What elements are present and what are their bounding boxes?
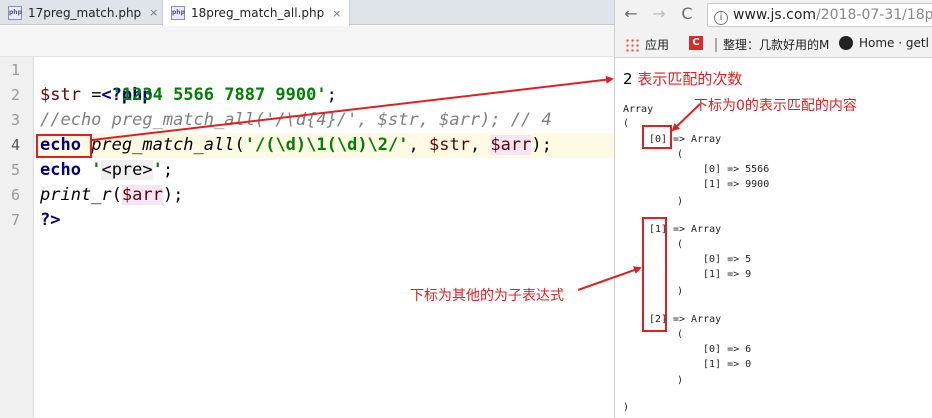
code-variable: $arr xyxy=(121,185,163,205)
line-number: 6 xyxy=(10,186,20,204)
code-html-tag: <pre> xyxy=(101,160,153,180)
code-punct: ); xyxy=(531,135,552,155)
output-item: [1] => 0 xyxy=(703,359,752,370)
editor-breadcrumb-strip xyxy=(0,26,614,57)
code-punct: ; xyxy=(326,85,337,105)
output-item: [0] => 5566 xyxy=(703,164,770,175)
output-item: [1] => 9900 xyxy=(703,179,770,190)
line-number: 7 xyxy=(10,211,20,229)
output-paren: ( xyxy=(623,118,630,129)
page-icon xyxy=(715,37,717,52)
code-area[interactable]: <?php $str = '1234 5566 7887 9900'; //ec… xyxy=(36,57,614,418)
back-arrow-icon[interactable]: ← xyxy=(621,4,641,23)
php-file-icon: php xyxy=(171,6,185,20)
bookmark-apps[interactable]: 应用 xyxy=(625,36,669,53)
code-operator: = xyxy=(80,85,112,105)
code-comment: //echo preg_match_all('/\d{4}/', $str, $… xyxy=(40,110,552,130)
code-line-1: <?php xyxy=(40,58,152,105)
output-paren: ) xyxy=(677,375,684,386)
forward-arrow-icon[interactable]: → xyxy=(649,4,669,23)
bookmark-red[interactable]: C xyxy=(689,36,709,50)
match-count: 2 xyxy=(623,70,633,88)
output-item: [0] => 5 xyxy=(703,254,752,265)
tab-17preg-match[interactable]: php 17preg_match.php × xyxy=(0,0,160,25)
code-punct: ( xyxy=(234,135,245,155)
bookmark-github[interactable]: Home · getl xyxy=(839,36,932,50)
annotation-box-index0 xyxy=(642,125,672,149)
bookmark-label: 应用 xyxy=(645,38,670,52)
apps-icon xyxy=(625,37,639,52)
browser-toolbar: ← → C i www.js.com/2018-07-31/18pr xyxy=(615,0,932,30)
tab-18preg-match-all[interactable]: php 18preg_match_all.php × xyxy=(162,0,350,26)
code-line-4: echo preg_match_all('/(\d)\1(\d)\2/', $s… xyxy=(40,133,552,158)
browser-window: ← → C i www.js.com/2018-07-31/18pr 应用 C 整… xyxy=(614,0,932,418)
annotation-index0-note: 下标为0的表示匹配的内容 xyxy=(694,98,857,114)
output-item: [1] => 9 xyxy=(703,269,752,280)
php-file-icon: php xyxy=(8,5,22,20)
output-paren: ) xyxy=(677,196,684,207)
code-editor: php 17preg_match.php × php 18preg_match_… xyxy=(0,0,614,418)
code-line-6: print_r($arr); xyxy=(40,183,183,208)
annotation-subexpr-note: 下标为其他的为子表达式 xyxy=(410,288,564,304)
code-punct: ( xyxy=(111,185,122,205)
line-number: 3 xyxy=(10,111,20,129)
output-array: Array xyxy=(623,104,654,115)
output-paren: ( xyxy=(677,239,684,250)
line-number-gutter: 1 2 3 4 5 6 7 xyxy=(0,57,34,418)
bookmark-label: Home · getl xyxy=(859,36,929,50)
code-variable: $str xyxy=(428,135,470,155)
close-icon[interactable]: × xyxy=(332,7,341,20)
url-host: www.js.com xyxy=(733,7,817,23)
output-arrow: => Array xyxy=(673,314,722,325)
code-function: print_r xyxy=(40,185,112,205)
code-punct: ; xyxy=(162,160,174,180)
output-paren: ) xyxy=(677,286,684,297)
code-line-3: //echo preg_match_all('/\d{4}/', $str, $… xyxy=(40,108,552,133)
code-punct: , xyxy=(408,135,429,155)
tab-label: 18preg_match_all.php xyxy=(191,6,325,20)
code-punct: , xyxy=(469,135,491,155)
code-string: ' xyxy=(91,160,102,180)
output-paren: ( xyxy=(677,329,684,340)
tab-label: 17preg_match.php xyxy=(28,5,142,20)
url-path: /2018-07-31/18pr xyxy=(816,7,932,23)
code-string: ' xyxy=(152,160,163,180)
output-item: [0] => 6 xyxy=(703,344,752,355)
info-icon[interactable]: i xyxy=(714,11,728,25)
address-bar[interactable]: i www.js.com/2018-07-31/18pr xyxy=(707,3,932,27)
line-number: 4 xyxy=(10,136,20,154)
code-string: '1234 5566 7887 9900' xyxy=(111,85,327,105)
close-icon[interactable]: × xyxy=(149,6,158,19)
output-arrow: => Array xyxy=(673,224,722,235)
match-count-note: 表示匹配的次数 xyxy=(632,70,743,88)
code-line-5: echo '<pre>'; xyxy=(40,158,173,183)
editor-tab-bar: php 17preg_match.php × php 18preg_match_… xyxy=(0,0,614,26)
code-variable: $str xyxy=(40,85,81,105)
php-close-tag: ?> xyxy=(40,210,61,230)
output-paren: ( xyxy=(677,149,684,160)
bookmark-article[interactable]: 整理：几款好用的M xyxy=(715,36,829,53)
bookmark-red-icon: C xyxy=(689,36,703,50)
bookmarks-bar: 应用 C 整理：几款好用的M Home · getl xyxy=(615,30,932,58)
code-line-2: $str = '1234 5566 7887 9900'; xyxy=(40,83,337,108)
code-variable: $arr xyxy=(490,135,532,155)
annotation-box-echo xyxy=(36,134,92,158)
code-line-7: ?> xyxy=(40,208,60,233)
bookmark-label: 整理：几款好用的M xyxy=(723,38,829,52)
line-number: 5 xyxy=(10,161,20,179)
line-number: 1 xyxy=(10,61,20,79)
annotation-box-subexpr xyxy=(642,217,667,332)
github-icon xyxy=(839,36,853,50)
match-count-heading: 2 表示匹配的次数 xyxy=(623,68,742,89)
code-string: '/(\d)\1(\d)\2/' xyxy=(244,135,409,155)
output-paren: ) xyxy=(623,402,630,413)
output-arrow: => Array xyxy=(673,134,722,145)
code-keyword-echo: echo xyxy=(40,160,81,180)
code-function: preg_match_all xyxy=(80,135,235,155)
reload-icon[interactable]: C xyxy=(677,4,697,23)
code-punct: ); xyxy=(162,185,184,205)
line-number: 2 xyxy=(10,86,20,104)
